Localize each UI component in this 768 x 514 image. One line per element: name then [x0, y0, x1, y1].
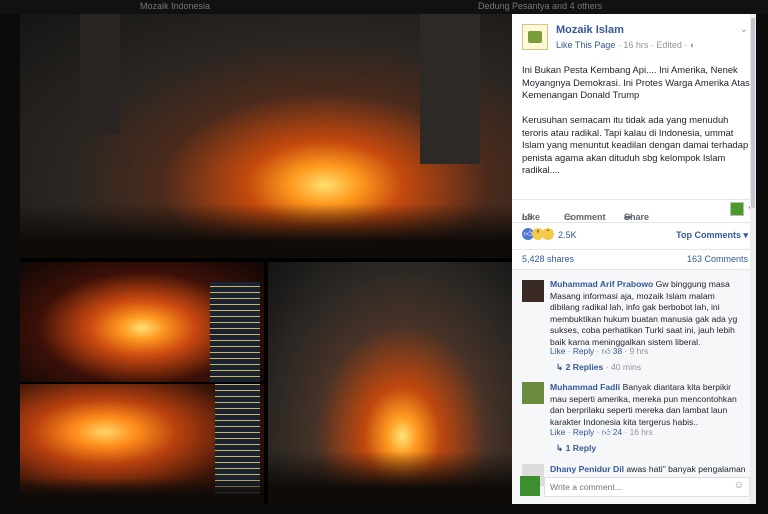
comment-author[interactable]: Muhammad Fadli	[550, 382, 620, 392]
comment-author[interactable]: Dhany Penidur Dil	[550, 464, 624, 474]
comments-section: Muhammad Arif Prabowo Gw binggung masa M…	[512, 269, 756, 504]
comment-like-link[interactable]: Like	[550, 427, 565, 437]
photo-street-fire-main[interactable]	[20, 14, 512, 258]
photo-city-fire[interactable]	[20, 384, 264, 504]
post-photo-collage[interactable]	[20, 14, 512, 504]
view-replies-link[interactable]: ↳ 2 Replies · 40 mins	[556, 362, 641, 373]
sad-reaction-icon[interactable]: ˇ	[542, 228, 554, 240]
top-comments-dropdown[interactable]: Top Comments ▾	[676, 230, 748, 241]
write-comment-box: ☺	[520, 476, 750, 498]
comment-text: Muhammad Fadli Banyak diantara kita berp…	[550, 382, 737, 427]
scrollbar[interactable]	[750, 14, 756, 504]
chevron-down-icon[interactable]: ⌄	[740, 24, 748, 35]
comment-like-count[interactable]: 38	[613, 346, 622, 356]
like-count-icon: 👍︎	[601, 346, 611, 356]
top-strip: Mozaik Indonesia Dedung Pesantya and 4 o…	[0, 0, 768, 14]
like-count-icon: 👍︎	[601, 427, 611, 437]
screenshot-frame: Mozaik Indonesia Dedung Pesantya and 4 o…	[0, 0, 768, 514]
comments-count[interactable]: 163 Comments	[687, 254, 748, 264]
comment-like-link[interactable]: Like	[550, 346, 565, 356]
building-silhouette	[80, 14, 120, 134]
comment-meta: Like · Reply · 👍︎ 24 · 16 hrs	[550, 427, 653, 437]
post-meta: Like This Page · 16 hrs · Edited · ◐	[556, 40, 695, 50]
comment-reply-link[interactable]: Reply	[573, 427, 594, 437]
crowd-silhouette	[20, 477, 264, 504]
comment-text: Muhammad Arif Prabowo Gw binggung masa M…	[550, 279, 738, 347]
shares-count[interactable]: 5,428 shares	[522, 254, 574, 264]
crowd-silhouette	[20, 204, 512, 258]
building-lit	[210, 282, 260, 382]
post-text-2: Kerusuhan semacam itu tidak ada yang men…	[522, 114, 749, 176]
avatar[interactable]	[522, 382, 544, 404]
comment-text: Dhany Penidur Dil awas hati" banyak peng…	[550, 464, 746, 474]
top-strip-left: Mozaik Indonesia	[140, 1, 211, 11]
reactions-count[interactable]: 2.5K	[558, 230, 577, 240]
comment-author[interactable]: Muhammad Arif Prabowo	[550, 279, 653, 289]
view-replies-link[interactable]: ↳ 1 Reply	[556, 443, 596, 454]
crowd-silhouette	[268, 450, 512, 504]
comment-time: 9 hrs	[629, 346, 649, 356]
page-name[interactable]: Mozaik Islam	[556, 24, 624, 36]
post-text-1: Ini Bukan Pesta Kembang Api.... Ini Amer…	[522, 64, 750, 101]
building-silhouette	[420, 14, 480, 164]
photo-street-fire-second[interactable]	[268, 262, 512, 504]
comment-meta: Like · Reply · 👍︎ 38 · 9 hrs	[550, 346, 649, 356]
like-page-link[interactable]: Like This Page	[556, 40, 615, 50]
comment-input[interactable]	[544, 477, 750, 497]
comment-reply-link[interactable]: Reply	[573, 346, 594, 356]
post-time-edited: · 16 hrs · Edited ·	[615, 40, 690, 50]
commenter-avatar-small[interactable]	[730, 202, 744, 216]
globe-icon: ◐	[689, 40, 696, 50]
photo-burning-building[interactable]	[20, 262, 264, 382]
comment-like-count[interactable]: 24	[613, 427, 622, 437]
avatar[interactable]	[522, 280, 544, 302]
shares-row: 5,428 shares 163 Comments	[512, 249, 756, 265]
reactions-row: 👍︎ ° ˇ 2.5K Top Comments ▾	[512, 222, 756, 246]
emoji-icon[interactable]: ☺	[734, 480, 744, 491]
avatar	[520, 476, 540, 496]
comment-time: 16 hrs	[629, 427, 653, 437]
post-action-bar: 👍︎ Like ▭ Comment ➦ Share	[512, 199, 756, 222]
reply-arrow-icon: ↳	[556, 443, 564, 453]
reply-arrow-icon: ↳	[556, 362, 564, 372]
top-strip-right: Dedung Pesantya and 4 others	[478, 1, 603, 11]
post-side-panel: Mozaik Islam Like This Page · 16 hrs · E…	[512, 14, 756, 504]
page-logo-icon	[528, 31, 542, 43]
page-avatar[interactable]	[522, 24, 548, 50]
scrollbar-thumb[interactable]	[751, 18, 755, 208]
